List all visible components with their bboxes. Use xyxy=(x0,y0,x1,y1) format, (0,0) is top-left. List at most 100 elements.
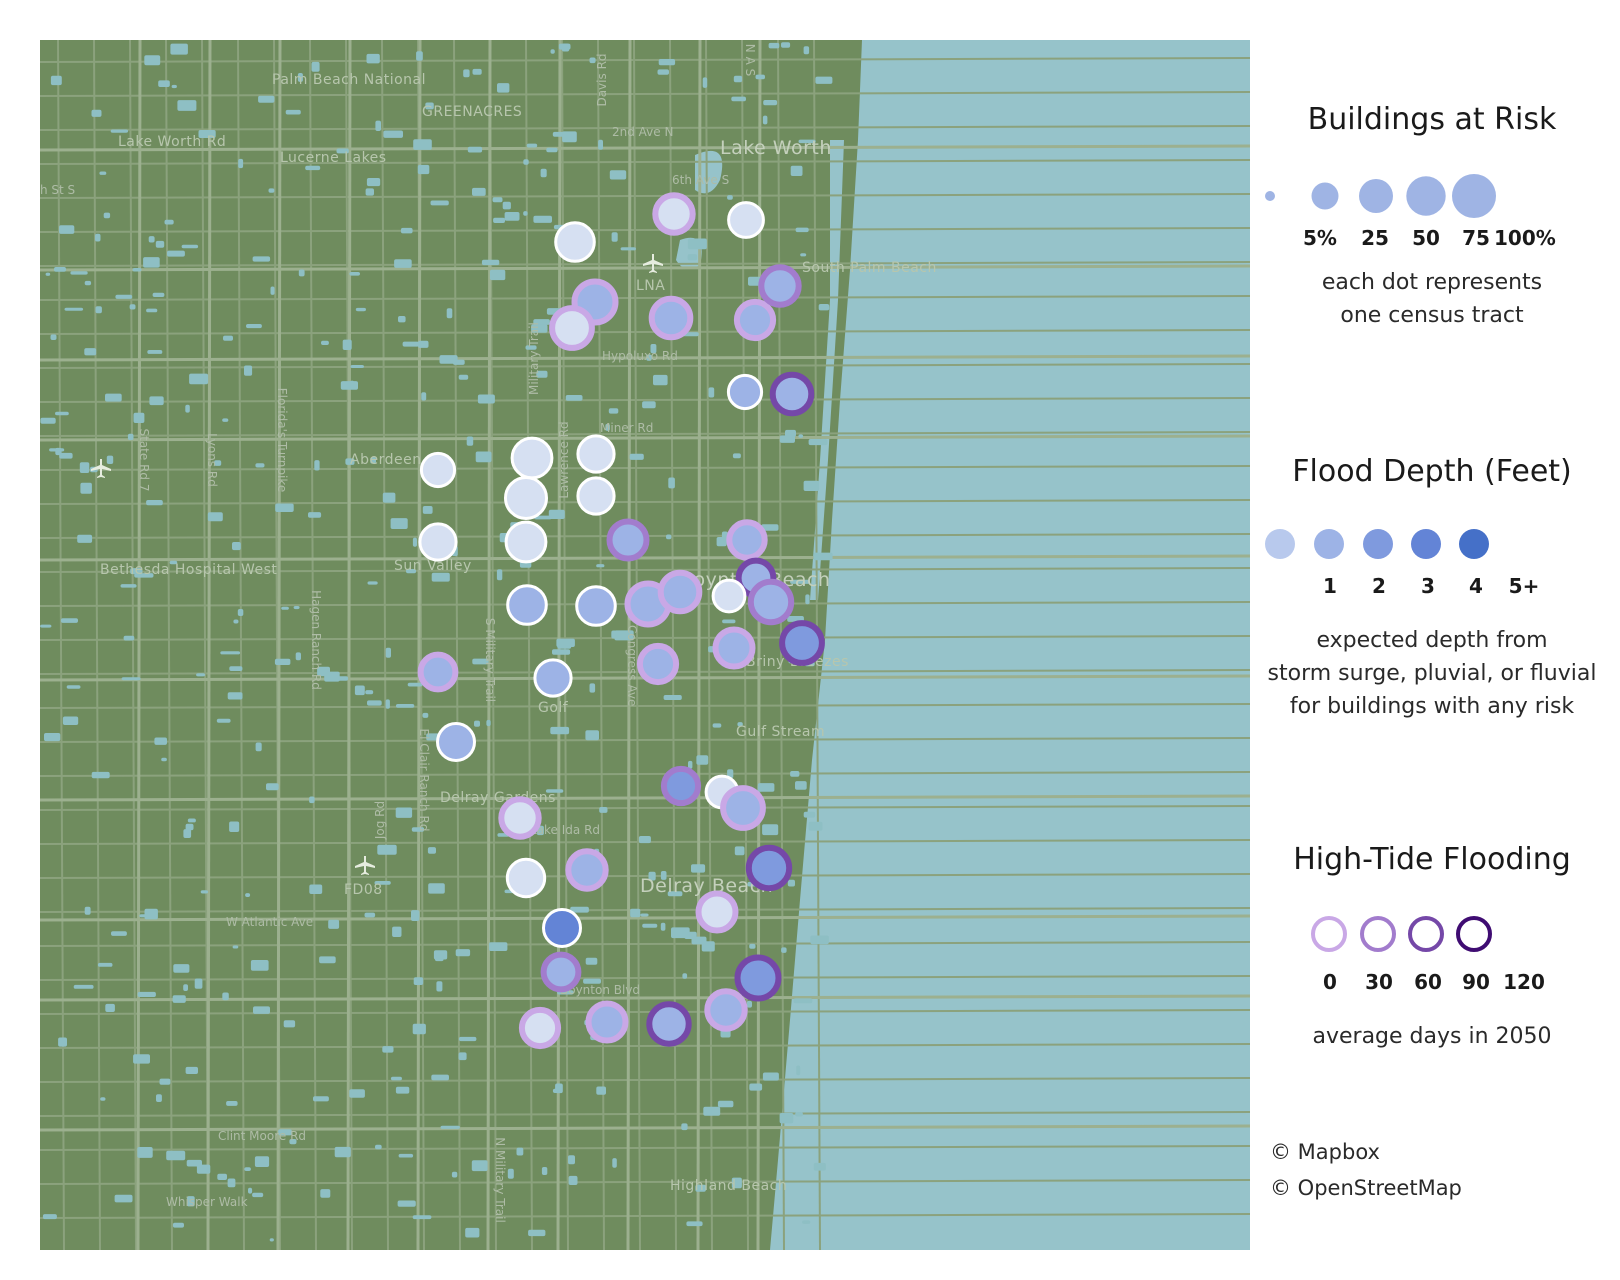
depth-color-swatch xyxy=(1265,529,1295,559)
census-tract-dot[interactable] xyxy=(652,192,696,236)
pond xyxy=(803,480,820,491)
pond xyxy=(803,811,816,818)
pond xyxy=(143,257,160,268)
pond xyxy=(430,200,449,206)
census-tract-dot[interactable] xyxy=(758,264,802,308)
pond xyxy=(541,1167,548,1175)
pond xyxy=(681,1123,688,1131)
pond xyxy=(795,227,809,233)
census-tract-dot[interactable] xyxy=(576,476,616,516)
census-tract-dot[interactable] xyxy=(575,585,617,627)
pond xyxy=(466,436,474,446)
pond xyxy=(50,75,62,86)
pond xyxy=(550,726,570,735)
census-tract-dot[interactable] xyxy=(576,434,616,474)
pond xyxy=(295,652,301,661)
pond xyxy=(354,685,365,696)
census-tract-dot[interactable] xyxy=(540,951,582,993)
census-tract-dot[interactable] xyxy=(657,569,703,615)
pond xyxy=(253,1006,270,1014)
census-tract-dot[interactable] xyxy=(720,785,766,831)
census-tract-dot[interactable] xyxy=(510,436,554,480)
census-tract-dot[interactable] xyxy=(660,765,702,807)
census-tract-dot[interactable] xyxy=(542,908,582,948)
census-tract-dot[interactable] xyxy=(606,518,650,562)
census-tract-dot[interactable] xyxy=(498,796,542,840)
census-tract-dot[interactable] xyxy=(712,626,756,670)
openstreetmap-credit[interactable]: © OpenStreetMap xyxy=(1270,1176,1462,1200)
census-tract-dot[interactable] xyxy=(565,848,609,892)
census-tract-dot[interactable] xyxy=(726,519,768,561)
census-tract-dot[interactable] xyxy=(506,584,548,626)
pond xyxy=(475,451,492,463)
pond xyxy=(427,847,436,854)
mapbox-credit[interactable]: © Mapbox xyxy=(1270,1140,1380,1164)
pond xyxy=(779,435,795,443)
pond xyxy=(392,926,402,937)
pond xyxy=(682,973,688,979)
census-tract-dot[interactable] xyxy=(648,295,694,341)
census-tract-dot[interactable] xyxy=(436,722,476,762)
basemap xyxy=(40,40,1250,1250)
census-tract-dot[interactable] xyxy=(747,578,795,626)
risk-tick: 5% xyxy=(1303,226,1337,250)
pond xyxy=(223,335,233,341)
major-road xyxy=(696,40,702,1250)
depth-color-swatch xyxy=(1411,529,1441,559)
census-tract-dot[interactable] xyxy=(418,522,458,562)
pond xyxy=(793,998,813,1004)
pond xyxy=(137,991,156,997)
pond xyxy=(100,1097,106,1101)
pond xyxy=(390,518,408,529)
pond xyxy=(328,919,340,929)
pond xyxy=(173,964,190,973)
map-label: LNA xyxy=(636,278,665,294)
pond xyxy=(154,737,167,745)
census-tract-dot[interactable] xyxy=(734,954,782,1002)
census-tract-dot[interactable] xyxy=(733,298,777,342)
census-tract-dot[interactable] xyxy=(727,201,765,239)
pond xyxy=(552,1088,561,1093)
census-tract-dot[interactable] xyxy=(745,844,793,892)
pond xyxy=(488,942,508,951)
census-tract-dot[interactable] xyxy=(779,620,825,666)
census-tract-dot[interactable] xyxy=(769,371,815,417)
census-tract-dot[interactable] xyxy=(636,642,680,686)
pond xyxy=(275,503,294,512)
flood-risk-map[interactable]: Palm Beach National GREENACRES Lake Wort… xyxy=(40,40,1250,1250)
pond xyxy=(397,1200,416,1207)
pond xyxy=(727,195,733,200)
census-tract-dot[interactable] xyxy=(554,221,596,263)
census-tract-dot[interactable] xyxy=(704,988,748,1032)
pond xyxy=(144,55,161,66)
map-label: S Military Trail xyxy=(483,618,497,702)
pond xyxy=(412,537,417,547)
pond xyxy=(712,723,722,728)
census-tract-dot[interactable] xyxy=(419,451,457,489)
pond xyxy=(686,1221,703,1227)
census-tract-dot[interactable] xyxy=(549,305,595,351)
risk-size-scale xyxy=(1262,166,1602,226)
census-tract-dot[interactable] xyxy=(504,476,548,520)
census-tract-dot[interactable] xyxy=(417,651,459,693)
pond xyxy=(642,923,658,928)
census-tract-dot[interactable] xyxy=(646,1001,692,1047)
tide-ring-swatch xyxy=(1456,916,1492,952)
census-tract-dot[interactable] xyxy=(695,890,739,934)
census-tract-dot[interactable] xyxy=(726,373,764,411)
pond xyxy=(80,482,92,494)
census-tract-dot[interactable] xyxy=(711,578,747,614)
census-tract-dot[interactable] xyxy=(533,658,573,698)
pond xyxy=(364,912,376,918)
pond xyxy=(431,1074,449,1081)
pond xyxy=(762,824,779,836)
pond xyxy=(349,1089,365,1098)
pond xyxy=(708,387,715,398)
census-tract-dot[interactable] xyxy=(505,857,547,899)
census-tract-dot[interactable] xyxy=(585,1000,629,1044)
pond xyxy=(121,677,141,681)
pond xyxy=(375,1144,382,1150)
census-tract-dot[interactable] xyxy=(518,1006,562,1050)
census-tract-dot[interactable] xyxy=(504,520,548,564)
pond xyxy=(489,269,506,281)
